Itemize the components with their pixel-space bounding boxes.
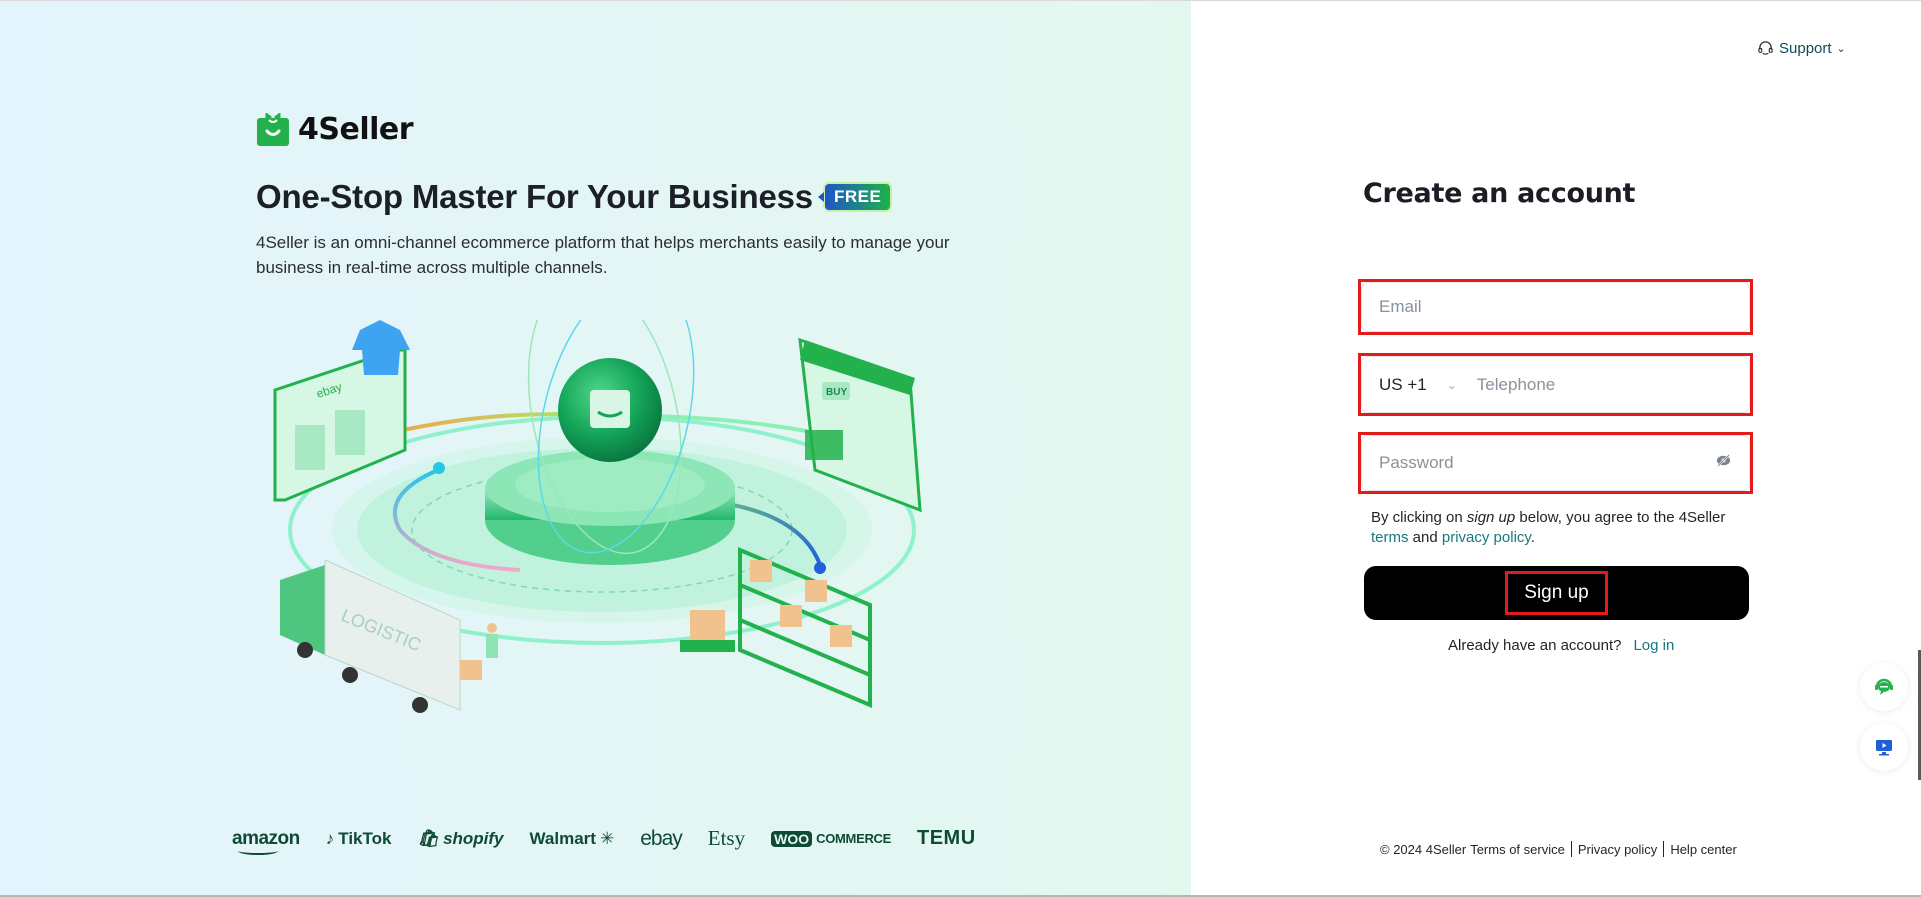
platform <box>485 450 735 565</box>
shop-sign-text: BUY <box>826 387 847 398</box>
password-field-highlight: Password <box>1358 432 1753 494</box>
copyright: © 2024 4Seller <box>1380 841 1467 857</box>
chat-headset-icon <box>1875 678 1893 695</box>
shopping-bag-smile-icon <box>257 112 289 146</box>
live-chat-button[interactable] <box>1860 663 1908 711</box>
eye-off-icon <box>1716 454 1731 467</box>
help-center-link[interactable]: Help center <box>1670 842 1736 857</box>
password-placeholder: Password <box>1379 453 1454 472</box>
top-border <box>0 0 1921 1</box>
footer-divider <box>1663 841 1665 857</box>
channel-label-walmart: Walmart <box>529 828 596 848</box>
sign-up-button[interactable]: Sign up <box>1364 566 1749 620</box>
email-placeholder: Email <box>1379 297 1422 316</box>
form-title: Create an account <box>1363 178 1636 209</box>
footer: © 2024 4Seller Terms of service Privacy … <box>1380 841 1737 857</box>
login-prompt: Already have an account? Log in <box>1448 637 1674 654</box>
log-in-link[interactable]: Log in <box>1633 637 1674 654</box>
channel-logo-tiktok: ♪ TikTok <box>326 829 392 849</box>
agreement-suffix: . <box>1530 529 1535 546</box>
hero-title: One-Stop Master For Your Business <box>256 178 813 215</box>
agreement-and: and <box>1408 529 1442 546</box>
channel-logo-walmart: Walmart ✳ <box>530 829 615 849</box>
phone-field-highlight: US +1 ⌄ Telephone <box>1358 353 1753 416</box>
headset-icon <box>1758 41 1773 55</box>
brand-logo: 4Seller <box>256 112 414 147</box>
tiktok-note-icon: ♪ <box>325 828 335 848</box>
terms-link[interactable]: terms <box>1371 529 1409 546</box>
password-field[interactable]: Password <box>1361 435 1750 491</box>
channel-logo-shopify: 🛍 shopify <box>417 829 503 849</box>
email-field[interactable]: Email <box>1361 282 1750 332</box>
channel-logo-amazon: amazon <box>232 827 300 855</box>
email-field-highlight: Email <box>1358 279 1753 335</box>
support-dropdown[interactable]: Support ⌄ <box>1757 40 1846 57</box>
country-code-select[interactable]: US +1 ⌄ <box>1379 375 1457 395</box>
agreement-text: By clicking on sign up below, you agree … <box>1371 508 1751 548</box>
privacy-policy-link[interactable]: privacy policy <box>1442 529 1531 546</box>
password-visibility-toggle[interactable] <box>1715 452 1732 474</box>
channel-label-tiktok: TikTok <box>338 828 392 848</box>
channel-logo-etsy: Etsy <box>707 826 746 850</box>
chevron-down-icon: ⌄ <box>1446 377 1457 392</box>
chevron-down-icon: ⌄ <box>1836 43 1846 55</box>
shopify-bag-icon: 🛍 <box>417 828 440 848</box>
channel-logo-ebay: ebay <box>640 826 683 850</box>
footer-divider <box>1570 841 1572 857</box>
woo-rest: COMMERCE <box>816 831 891 846</box>
terms-of-service-link[interactable]: Terms of service <box>1470 842 1565 857</box>
agreement-emphasis: sign up <box>1466 509 1516 526</box>
hero-description: 4Seller is an omni-channel ecommerce pla… <box>256 233 950 277</box>
support-label: Support <box>1779 40 1832 57</box>
hero-headline: One-Stop Master For Your Business FREE <box>256 178 893 216</box>
channel-logos: amazon ♪ TikTok 🛍 shopify Walmart ✳ ebay Et… <box>232 826 976 855</box>
sign-up-label: Sign up <box>1505 571 1608 615</box>
phone-field: US +1 ⌄ Telephone <box>1361 356 1750 413</box>
woo-box: WOO <box>771 830 813 847</box>
channel-logo-woocommerce: WOO COMMERCE <box>771 830 891 847</box>
footer-privacy-link[interactable]: Privacy policy <box>1578 842 1657 857</box>
ecommerce-illustration: ebay BUY LOGISTIC <box>273 320 922 713</box>
agreement-prefix: By clicking on <box>1371 509 1467 526</box>
login-prompt-text: Already have an account? <box>1448 637 1622 654</box>
walmart-spark-icon: ✳ <box>599 828 615 848</box>
brand-name: 4Seller <box>298 112 414 147</box>
country-code-value: US +1 <box>1379 374 1427 394</box>
shopping-cart-icon <box>805 430 843 460</box>
telephone-input[interactable]: Telephone <box>1477 375 1555 395</box>
video-tutorial-button[interactable] <box>1860 723 1908 771</box>
monitor-play-icon <box>1876 740 1892 756</box>
channel-label-shopify: shopify <box>443 828 504 848</box>
agreement-middle: below, you agree to the 4Seller <box>1515 509 1726 526</box>
free-badge: FREE <box>822 182 893 212</box>
channel-logo-temu: TEMU <box>917 827 976 849</box>
